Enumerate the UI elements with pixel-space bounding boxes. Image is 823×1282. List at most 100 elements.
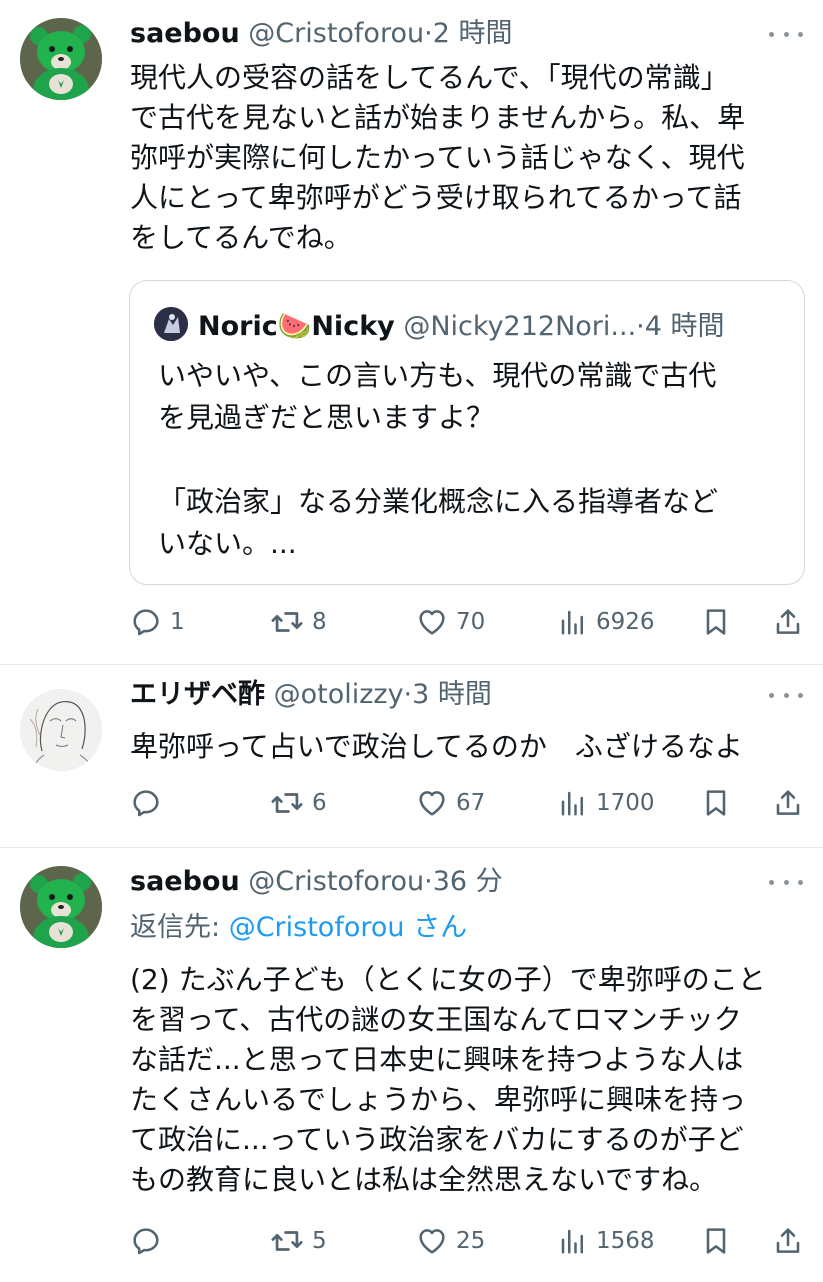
bookmark-button[interactable] — [700, 1225, 732, 1257]
replying-to-label: 返信先: — [130, 912, 229, 943]
display-name[interactable]: saebou — [130, 18, 240, 49]
quoted-text-line: いない。... — [158, 527, 297, 560]
retweet-button[interactable]: 6 — [270, 786, 327, 820]
bookmark-icon — [700, 606, 732, 638]
share-button[interactable] — [772, 606, 804, 638]
views-icon — [558, 1226, 588, 1256]
share-button[interactable] — [772, 1225, 804, 1257]
quoted-text-line: を見過ぎだと思いますよ？ — [158, 401, 495, 434]
retweet-icon — [270, 1224, 304, 1258]
replying-to-suffix: さん — [404, 912, 468, 943]
retweet-button[interactable]: 5 — [270, 1224, 327, 1258]
tweet-text-line: な話だ...と思って日本史に興味を持つような人は — [130, 1043, 744, 1076]
like-count: 25 — [456, 1228, 486, 1254]
like-button[interactable]: 70 — [416, 606, 485, 638]
action-bar: 6 67 1700 — [130, 781, 803, 825]
tweet-header: saebou @Cristoforou·2 時間 — [130, 16, 751, 52]
retweet-icon — [270, 605, 304, 639]
tweet-text: (2) たぶん子ども（とくに女の子）で卑弥呼のこと を習って、古代の謎の女王国な… — [130, 960, 803, 1200]
reply-count: 1 — [170, 609, 185, 635]
share-icon — [772, 1225, 804, 1257]
green-bear-avatar-icon — [20, 18, 102, 100]
bookmark-icon — [700, 1225, 732, 1257]
share-icon — [772, 787, 804, 819]
like-count: 67 — [456, 790, 486, 816]
tweet-text-line: たくさんいるでしょうから、卑弥呼に興味を持っ — [130, 1083, 747, 1116]
tweet-header: saebou @Cristoforou·36 分 — [130, 864, 751, 900]
quoted-avatar-icon — [154, 307, 188, 341]
tweet-text-line: 弥呼が実際に何したかっていう話じゃなく、現代 — [130, 141, 745, 174]
display-name[interactable]: エリザベ酢 — [130, 679, 265, 710]
bookmark-button[interactable] — [700, 787, 732, 819]
share-button[interactable] — [772, 787, 804, 819]
username[interactable]: @Cristoforou — [248, 866, 424, 897]
timestamp[interactable]: 36 分 — [433, 866, 503, 897]
like-button[interactable]: 25 — [416, 1225, 485, 1257]
retweet-button[interactable]: 8 — [270, 605, 327, 639]
separator-dot: · — [403, 679, 413, 710]
reply-icon — [130, 606, 162, 638]
tweet-text-line: て政治に...っていう政治家をバカにするのが子ど — [130, 1123, 744, 1156]
quoted-timestamp: 4 時間 — [644, 311, 725, 342]
tweet-text-line: 卑弥呼って占いで政治してるのか ふざけるなよ — [130, 730, 743, 763]
bookmark-icon — [700, 787, 732, 819]
tweet-text-line: もの教育に良いとは私は全然思えないですね。 — [130, 1163, 718, 1196]
quoted-text-blank — [158, 439, 784, 481]
avatar[interactable] — [20, 866, 102, 948]
view-count: 6926 — [596, 609, 655, 635]
more-options-icon[interactable] — [769, 870, 803, 894]
retweet-count: 6 — [312, 790, 327, 816]
username[interactable]: @otolizzy — [274, 679, 404, 710]
tweet-text: 現代人の受容の話をしてるんで、「現代の常識」 で古代を見ないと話が始まりませんか… — [130, 58, 803, 258]
more-options-icon[interactable] — [769, 683, 803, 707]
quoted-text-line: いやいや、この言い方も、現代の常識で古代 — [158, 359, 717, 392]
view-count: 1568 — [596, 1228, 655, 1254]
views-button[interactable]: 1700 — [558, 788, 655, 818]
tweet[interactable]: saebou @Cristoforou·2 時間 現代人の受容の話をしてるんで、… — [0, 0, 823, 664]
quoted-username: @Nicky212Nori... — [403, 311, 637, 342]
replying-to: 返信先: @Cristoforou さん — [130, 908, 467, 948]
separator-dot: · — [424, 866, 433, 897]
like-button[interactable]: 67 — [416, 787, 485, 819]
retweet-count: 8 — [312, 609, 327, 635]
tweet[interactable]: saebou @Cristoforou·36 分 返信先: @Cristofor… — [0, 848, 823, 1282]
quoted-tweet-text: いやいや、この言い方も、現代の常識で古代 を見過ぎだと思いますよ？ 「政治家」な… — [158, 355, 784, 565]
reply-button[interactable] — [130, 1225, 170, 1257]
username[interactable]: @Cristoforou — [248, 18, 424, 49]
views-icon — [558, 607, 588, 637]
tweet-text: 卑弥呼って占いで政治してるのか ふざけるなよ — [130, 727, 803, 767]
quoted-avatar — [154, 307, 188, 341]
quoted-display-name: Noric🍉Nicky — [198, 311, 395, 342]
reply-icon — [130, 787, 162, 819]
replying-to-mention[interactable]: @Cristoforou — [229, 912, 405, 943]
sketch-portrait-avatar-icon — [20, 689, 102, 771]
separator-dot: · — [636, 311, 645, 342]
quoted-tweet[interactable]: Noric🍉Nicky @Nicky212Nori...·4 時間 いやいや、こ… — [129, 280, 805, 585]
tweet-text-line: 現代人の受容の話をしてるんで、「現代の常識」 — [130, 61, 729, 94]
avatar[interactable] — [20, 18, 102, 100]
reply-button[interactable] — [130, 787, 170, 819]
reply-button[interactable]: 1 — [130, 606, 185, 638]
display-name[interactable]: saebou — [130, 866, 240, 897]
bookmark-button[interactable] — [700, 606, 732, 638]
quoted-tweet-header: Noric🍉Nicky @Nicky212Nori...·4 時間 — [154, 307, 725, 345]
views-button[interactable]: 6926 — [558, 607, 655, 637]
more-options-icon[interactable] — [769, 22, 803, 46]
timestamp[interactable]: 3 時間 — [412, 679, 492, 710]
tweet[interactable]: エリザベ酢 @otolizzy·3 時間 卑弥呼って占いで政治してるのか ふざけ… — [0, 665, 823, 847]
tweet-text-line: で古代を見ないと話が始まりませんから。私、卑 — [130, 101, 746, 134]
tweet-header: エリザベ酢 @otolizzy·3 時間 — [130, 677, 751, 713]
action-bar: 1 8 70 6926 — [130, 600, 803, 644]
tweet-text-line: をしてるんでね。 — [130, 221, 352, 254]
heart-icon — [416, 787, 448, 819]
timestamp[interactable]: 2 時間 — [433, 18, 513, 49]
heart-icon — [416, 1225, 448, 1257]
views-button[interactable]: 1568 — [558, 1226, 655, 1256]
share-icon — [772, 606, 804, 638]
tweet-text-line: を習って、古代の謎の女王国なんてロマンチック — [130, 1003, 742, 1036]
green-bear-avatar-icon — [20, 866, 102, 948]
heart-icon — [416, 606, 448, 638]
action-bar: 5 25 1568 — [130, 1219, 803, 1263]
reply-icon — [130, 1225, 162, 1257]
avatar[interactable] — [20, 689, 102, 771]
